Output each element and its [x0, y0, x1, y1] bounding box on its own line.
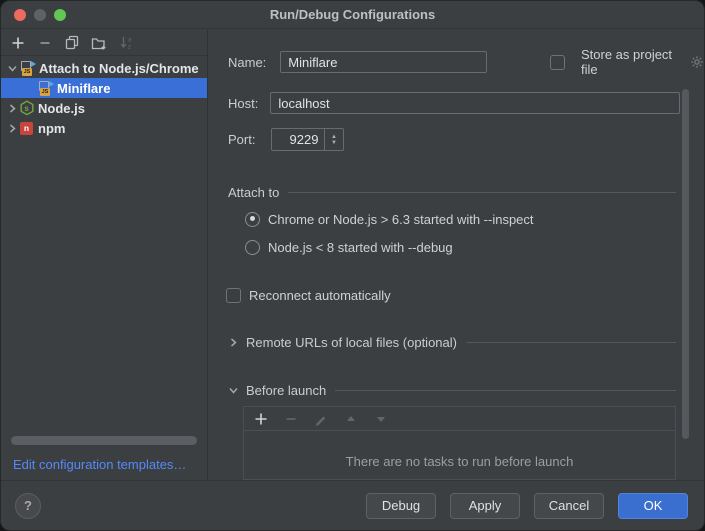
ok-button[interactable]: OK [618, 493, 688, 519]
run-debug-configurations-dialog: Run/Debug Configurations [0, 0, 705, 531]
section-divider [335, 390, 676, 391]
zoom-window-button[interactable] [54, 9, 66, 21]
remote-urls-section-header[interactable]: Remote URLs of local files (optional) [228, 334, 676, 350]
window-title: Run/Debug Configurations [1, 7, 704, 22]
tree-item-label: Miniflare [57, 81, 110, 96]
tree-item-npm[interactable]: n npm [1, 118, 207, 138]
close-window-button[interactable] [14, 9, 26, 21]
chevron-down-icon[interactable] [228, 385, 240, 396]
port-stepper[interactable]: ▲ ▼ [324, 129, 342, 150]
nodejs-icon: s [19, 100, 35, 116]
cancel-button[interactable]: Cancel [534, 493, 604, 519]
configurations-sidebar: a z JS Attach to Node.js/Chrome [1, 30, 208, 480]
host-input[interactable] [270, 92, 680, 114]
before-launch-toolbar [244, 407, 675, 431]
apply-button[interactable]: Apply [450, 493, 520, 519]
reconnect-automatically-group[interactable]: Reconnect automatically [226, 287, 391, 303]
radio-label: Chrome or Node.js > 6.3 started with --i… [268, 212, 534, 227]
store-as-project-file-label: Store as project file [581, 47, 682, 77]
section-divider [288, 192, 676, 193]
chevron-down-icon[interactable] [7, 63, 19, 74]
chevron-right-icon[interactable] [7, 123, 19, 134]
chevron-right-icon[interactable] [7, 103, 19, 114]
edit-configuration-templates-link[interactable]: Edit configuration templates… [13, 457, 186, 472]
tree-item-miniflare[interactable]: JS Miniflare [1, 78, 207, 98]
before-launch-empty-state: There are no tasks to run before launch [244, 431, 675, 478]
radio-option-debug[interactable]: Node.js < 8 started with --debug [245, 239, 453, 255]
npm-icon: n [20, 122, 33, 135]
vertical-scrollbar-thumb[interactable] [682, 89, 689, 439]
port-spinner-field: ▲ ▼ [271, 128, 344, 151]
dialog-body: a z JS Attach to Node.js/Chrome [1, 30, 704, 480]
radio-button-checked[interactable] [245, 212, 260, 227]
tree-item-attach-node-chrome[interactable]: JS Attach to Node.js/Chrome [1, 58, 207, 78]
port-input[interactable] [272, 129, 324, 150]
host-label: Host: [228, 96, 258, 111]
add-task-icon[interactable] [252, 410, 270, 428]
before-launch-section-header[interactable]: Before launch [228, 382, 676, 398]
titlebar: Run/Debug Configurations [1, 1, 704, 29]
help-button[interactable]: ? [15, 493, 41, 519]
remove-configuration-icon[interactable] [36, 34, 54, 52]
configuration-form: Name: Store as project file Host: [208, 30, 704, 480]
radio-button-unchecked[interactable] [245, 240, 260, 255]
radio-label: Node.js < 8 started with --debug [268, 240, 453, 255]
tree-item-nodejs[interactable]: s Node.js [1, 98, 207, 118]
store-as-project-file-checkbox[interactable] [550, 55, 565, 70]
debug-button[interactable]: Debug [366, 493, 436, 519]
move-task-down-icon[interactable] [372, 410, 390, 428]
tree-item-label: npm [38, 121, 65, 136]
add-configuration-icon[interactable] [9, 34, 27, 52]
svg-text:s: s [24, 104, 29, 113]
svg-text:z: z [128, 45, 131, 51]
dialog-footer: ? Debug Apply Cancel OK [1, 480, 704, 530]
tree-item-label: Attach to Node.js/Chrome [39, 61, 199, 76]
reconnect-automatically-checkbox[interactable] [226, 288, 241, 303]
remove-task-icon[interactable] [282, 410, 300, 428]
before-launch-task-list: There are no tasks to run before launch [243, 406, 676, 480]
store-as-project-file-group: Store as project file [550, 47, 704, 77]
sidebar-toolbar: a z [1, 30, 207, 56]
attach-config-icon: JS [19, 60, 36, 76]
port-label: Port: [228, 132, 255, 147]
sort-alphabetically-icon[interactable]: a z [117, 34, 135, 52]
move-task-up-icon[interactable] [342, 410, 360, 428]
store-settings-gear-icon[interactable] [690, 55, 704, 69]
configurations-tree: JS Attach to Node.js/Chrome JS Miniflare [1, 56, 207, 138]
minimize-window-button[interactable] [34, 9, 46, 21]
remote-urls-section-title: Remote URLs of local files (optional) [246, 335, 457, 350]
attach-to-section-title: Attach to [228, 185, 279, 200]
window-controls [1, 9, 66, 21]
radio-option-inspect[interactable]: Chrome or Node.js > 6.3 started with --i… [245, 211, 534, 227]
copy-configuration-icon[interactable] [63, 34, 81, 52]
new-folder-icon[interactable] [90, 34, 108, 52]
section-divider [466, 342, 676, 343]
chevron-right-icon[interactable] [228, 337, 240, 348]
before-launch-section-title: Before launch [246, 383, 326, 398]
edit-task-icon[interactable] [312, 410, 330, 428]
tree-item-label: Node.js [38, 101, 85, 116]
svg-text:a: a [128, 38, 132, 44]
name-input[interactable] [280, 51, 487, 73]
stepper-down-icon[interactable]: ▼ [331, 140, 337, 146]
reconnect-automatically-label: Reconnect automatically [249, 288, 391, 303]
horizontal-scrollbar-thumb[interactable] [11, 436, 197, 445]
attach-config-icon: JS [37, 80, 54, 96]
name-label: Name: [228, 55, 266, 70]
